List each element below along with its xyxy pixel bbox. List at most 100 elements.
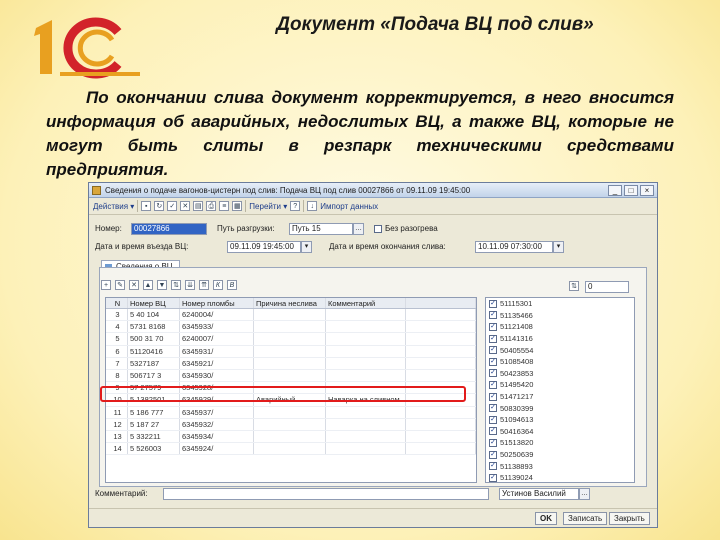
ok-button[interactable]: OK xyxy=(535,512,557,525)
table-row[interactable]: 8 506717 3 6345930/ xyxy=(106,369,476,383)
checkbox-checked[interactable]: ✓ xyxy=(489,369,497,378)
goto-menu[interactable]: Перейти ▾ xyxy=(249,202,287,211)
checklist-body: ✓ 51115301 ✓ 51135466 ✓ 51121408 ✓ 51141316 ✓ 504… xyxy=(486,298,634,482)
checklist-item[interactable]: ✓ 51471217 xyxy=(486,391,634,403)
end-field[interactable]: 10.11.09 07:30:00 xyxy=(475,241,553,253)
import-button[interactable]: Импорт данных xyxy=(320,202,378,211)
heater-checkbox[interactable] xyxy=(374,225,382,233)
column-header[interactable]: Номер ВЦ xyxy=(128,298,180,308)
checklist-item[interactable]: ✓ 51085408 xyxy=(486,356,634,368)
delete-row-icon[interactable]: ✕ xyxy=(129,280,139,290)
column-header[interactable]: Комментарий xyxy=(326,298,406,308)
table-row[interactable]: 5 500 31 70 6240007/ xyxy=(106,333,476,346)
checkbox-checked[interactable]: ✓ xyxy=(489,404,497,413)
checklist-item[interactable]: ✓ 51138893 xyxy=(486,460,634,472)
structure-icon[interactable]: ▤ xyxy=(193,201,204,211)
right-search-field[interactable]: 0 xyxy=(585,281,629,293)
unpost-icon[interactable]: ✕ xyxy=(180,201,191,211)
table-cell: 7 xyxy=(106,357,128,369)
checkbox-checked[interactable]: ✓ xyxy=(489,473,497,482)
checkbox-checked[interactable]: ✓ xyxy=(489,346,497,355)
route-select-button[interactable]: … xyxy=(353,223,364,235)
table-cell: 6345932/ xyxy=(180,418,254,430)
checkbox-checked[interactable]: ✓ xyxy=(489,322,497,331)
checklist-item[interactable]: ✓ 51135466 xyxy=(486,310,634,322)
table-row[interactable]: 13 5 332211 6345934/ xyxy=(106,430,476,444)
table-row[interactable]: 12 5 187 27 6345932/ xyxy=(106,418,476,431)
import-icon[interactable]: ↓ xyxy=(307,201,318,211)
responsible-select-button[interactable]: … xyxy=(579,488,590,500)
table-cell: 500 31 70 xyxy=(128,333,180,345)
checkbox-checked[interactable]: ✓ xyxy=(489,311,497,320)
filter-icon[interactable]: ⇅ xyxy=(569,281,579,291)
arrival-field[interactable]: 09.11.09 19:45:00 xyxy=(227,241,301,253)
column-header-filler xyxy=(406,298,476,308)
move-down-icon[interactable]: ▼ xyxy=(157,280,167,290)
checklist-item[interactable]: ✓ 51115301 xyxy=(486,298,634,310)
end-calendar-button[interactable]: ▾ xyxy=(553,241,564,253)
checklist-item-label: 51495420 xyxy=(500,380,534,390)
refresh-icon[interactable]: ↻ xyxy=(154,201,165,211)
help-icon[interactable]: ? xyxy=(290,201,301,211)
table-row[interactable]: 14 5 526003 6345924/ xyxy=(106,443,476,456)
column-header[interactable]: Причина неслива xyxy=(254,298,326,308)
v-button[interactable]: В xyxy=(227,280,237,290)
column-header[interactable]: N xyxy=(106,298,128,308)
edit-row-icon[interactable]: ✎ xyxy=(115,280,125,290)
checkbox-checked[interactable]: ✓ xyxy=(489,427,497,436)
checklist-item[interactable]: ✓ 50416364 xyxy=(486,426,634,438)
table-row[interactable]: 6 51120416 6345931/ xyxy=(106,345,476,358)
checkbox-checked[interactable]: ✓ xyxy=(489,462,497,471)
checkbox-checked[interactable]: ✓ xyxy=(489,415,497,424)
checkbox-checked[interactable]: ✓ xyxy=(489,450,497,459)
checklist-item[interactable]: ✓ 50250639 xyxy=(486,449,634,461)
save-button[interactable]: Записать xyxy=(563,512,608,525)
checklist-item[interactable]: ✓ 50423853 xyxy=(486,368,634,380)
movements-icon[interactable]: ≡ xyxy=(219,201,230,211)
maximize-button[interactable]: □ xyxy=(624,185,638,196)
save-icon[interactable]: ▪ xyxy=(141,201,152,211)
responsible-field[interactable]: Устинов Василий xyxy=(499,488,579,500)
checklist-item[interactable]: ✓ 51141316 xyxy=(486,333,634,345)
checkbox-checked[interactable]: ✓ xyxy=(489,438,497,447)
post-icon[interactable]: ✓ xyxy=(167,201,178,211)
print-icon[interactable]: ⎙ xyxy=(206,201,217,211)
add-row-icon[interactable]: + xyxy=(101,280,111,290)
wagon-checklist[interactable]: ✓ 51115301 ✓ 51135466 ✓ 51121408 ✓ 51141316 ✓ 504… xyxy=(485,297,635,483)
move-up-icon[interactable]: ▲ xyxy=(143,280,153,290)
close-window-button[interactable]: Закрыть xyxy=(609,512,650,525)
checklist-item[interactable]: ✓ 51513820 xyxy=(486,437,634,449)
report-icon[interactable]: ▦ xyxy=(232,201,243,211)
table-row[interactable]: 4 5731 8168 6345933/ xyxy=(106,321,476,334)
actions-menu[interactable]: Действия ▾ xyxy=(93,202,134,211)
checklist-item[interactable]: ✓ 51495420 xyxy=(486,379,634,391)
column-header[interactable]: Номер пломбы xyxy=(180,298,254,308)
k-button[interactable]: К xyxy=(213,280,223,290)
heater-checkbox-row[interactable]: Без разогрева xyxy=(374,223,438,235)
sort-asc-icon[interactable]: ⇈ xyxy=(199,280,209,290)
table-row[interactable]: 7 5327187 6345921/ xyxy=(106,357,476,370)
checklist-item[interactable]: ✓ 51121408 xyxy=(486,321,634,333)
checklist-item[interactable]: ✓ 50405554 xyxy=(486,344,634,356)
table-cell-filler xyxy=(406,357,476,369)
number-field[interactable]: 00027866 xyxy=(131,223,207,235)
close-button[interactable]: × xyxy=(640,185,654,196)
table-row[interactable]: 35 40 104 6240004/ xyxy=(106,309,476,322)
checkbox-checked[interactable]: ✓ xyxy=(489,299,497,308)
comment-field[interactable] xyxy=(163,488,489,500)
checkbox-checked[interactable]: ✓ xyxy=(489,380,497,389)
checklist-item[interactable]: ✓ 51139024 xyxy=(486,472,634,482)
checklist-item[interactable]: ✓ 51094613 xyxy=(486,414,634,426)
minimize-button[interactable]: _ xyxy=(608,185,622,196)
sort-desc-icon[interactable]: ⇊ xyxy=(185,280,195,290)
table-cell: 6345924/ xyxy=(180,443,254,455)
checkbox-checked[interactable]: ✓ xyxy=(489,334,497,343)
checklist-item[interactable]: ✓ 50830399 xyxy=(486,402,634,414)
route-field[interactable]: Путь 15 xyxy=(289,223,353,235)
window-titlebar[interactable]: Сведения о подаче вагонов-цистерн под сл… xyxy=(89,183,657,198)
checkbox-checked[interactable]: ✓ xyxy=(489,392,497,401)
sort-icon[interactable]: ⇅ xyxy=(171,280,181,290)
checkbox-checked[interactable]: ✓ xyxy=(489,357,497,366)
arrival-calendar-button[interactable]: ▾ xyxy=(301,241,312,253)
table-row[interactable]: 11 5 186 777 6345937/ xyxy=(106,406,476,419)
